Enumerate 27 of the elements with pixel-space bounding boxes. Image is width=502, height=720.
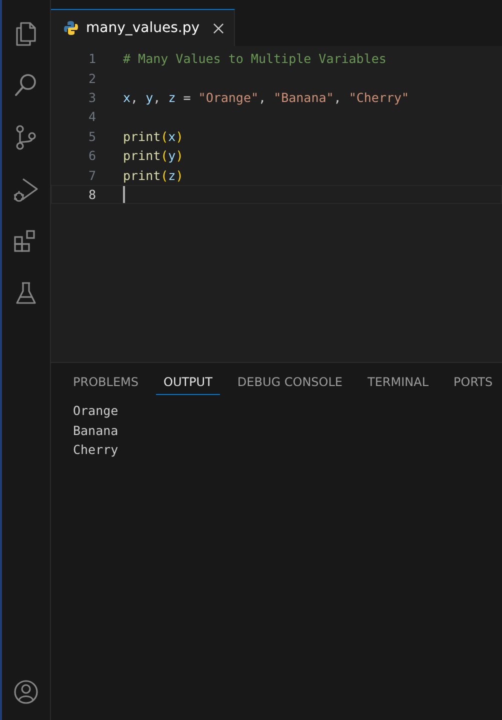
editor-tab[interactable]: many_values.py <box>51 9 235 46</box>
python-file-icon <box>63 20 79 36</box>
run-debug-icon[interactable] <box>12 176 40 204</box>
code-line: x, y, z = "Orange", "Banana", "Cherry" <box>123 90 410 105</box>
line-number: 4 <box>87 109 96 124</box>
output-line: Banana <box>73 422 120 440</box>
panel-tab[interactable]: TERMINAL <box>360 371 437 395</box>
panel-tab[interactable]: DEBUG CONSOLE <box>229 371 351 395</box>
text-cursor <box>123 186 125 203</box>
code-line: print(z) <box>123 168 184 183</box>
line-number: 1 <box>87 51 96 66</box>
line-number: 6 <box>87 148 96 164</box>
code-line: # Many Values to Multiple Variables <box>123 51 386 66</box>
code-line: print(x) <box>123 128 184 144</box>
panel-tab[interactable]: PROBLEMS <box>65 371 146 395</box>
output-line: Cherry <box>73 441 120 459</box>
output-line: Orange <box>73 402 120 420</box>
line-number: 8 <box>87 186 96 202</box>
panel-tab[interactable]: PORTS <box>446 371 501 395</box>
code-line: print(y) <box>123 148 184 164</box>
line-number: 2 <box>87 70 96 86</box>
line-number: 5 <box>87 128 96 144</box>
close-icon[interactable] <box>212 22 224 34</box>
line-number: 3 <box>87 90 96 105</box>
line-number: 7 <box>87 168 96 183</box>
panel-tab[interactable]: OUTPUT <box>156 371 220 395</box>
account-icon[interactable] <box>12 678 40 706</box>
